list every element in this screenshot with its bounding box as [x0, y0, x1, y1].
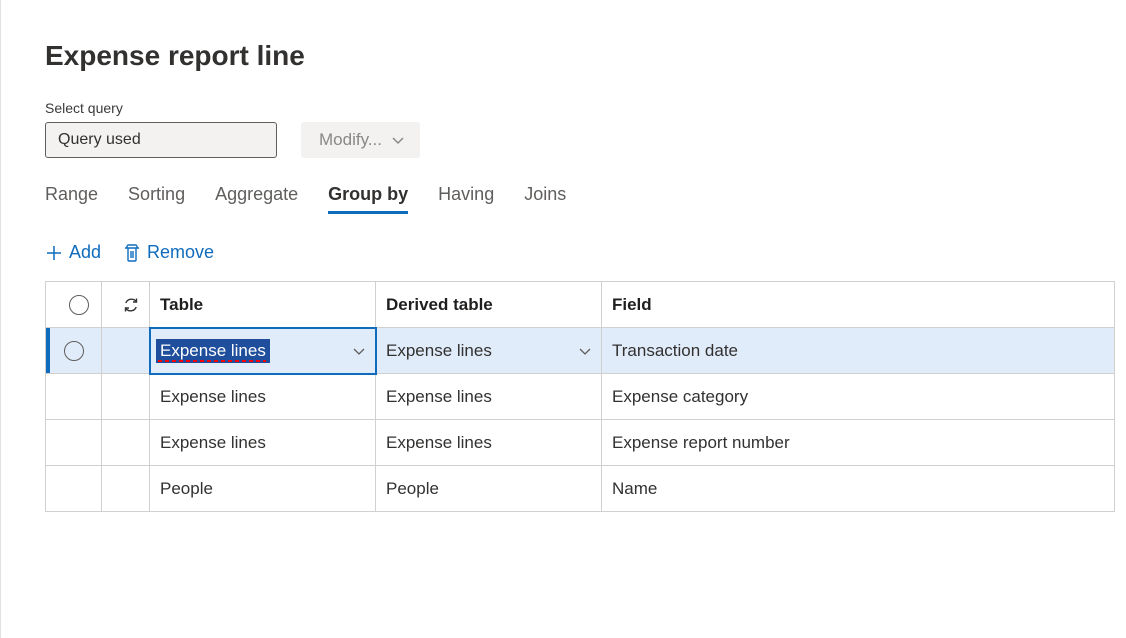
table-row[interactable]: Expense linesExpense linesExpense report…: [46, 420, 1115, 466]
header-table[interactable]: Table: [150, 282, 376, 328]
row-selector[interactable]: [46, 374, 102, 420]
header-select-all[interactable]: [46, 282, 102, 328]
remove-button[interactable]: Remove: [123, 242, 214, 263]
table-row[interactable]: PeoplePeopleName: [46, 466, 1115, 512]
select-query-dropdown[interactable]: Query used: [45, 122, 277, 158]
cell-table[interactable]: Expense lines: [150, 328, 376, 374]
modify-button[interactable]: Modify...: [301, 122, 420, 158]
cell-table[interactable]: People: [150, 466, 376, 512]
row-refresh-cell: [102, 466, 150, 512]
row-selector[interactable]: [46, 420, 102, 466]
cell-derived-table[interactable]: People: [376, 466, 602, 512]
cell-table-value: Expense lines: [150, 420, 375, 465]
tab-sorting[interactable]: Sorting: [128, 184, 185, 214]
cell-derived-value: People: [376, 466, 601, 511]
add-button[interactable]: Add: [45, 242, 101, 263]
cell-table-value: Expense lines: [156, 339, 270, 363]
radio-icon: [64, 341, 84, 361]
chevron-down-icon: [351, 343, 367, 359]
chevron-down-icon: [390, 132, 406, 148]
cell-derived-table[interactable]: Expense lines: [376, 420, 602, 466]
tab-aggregate[interactable]: Aggregate: [215, 184, 298, 214]
tab-having[interactable]: Having: [438, 184, 494, 214]
cell-field[interactable]: Transaction date: [602, 328, 1115, 374]
page-title: Expense report line: [45, 40, 1126, 72]
radio-icon: [69, 295, 89, 315]
tab-bar: Range Sorting Aggregate Group by Having Joins: [45, 184, 1126, 214]
trash-icon: [123, 243, 141, 263]
tab-joins[interactable]: Joins: [524, 184, 566, 214]
group-by-grid: Table Derived table Field Expense linesE…: [45, 281, 1115, 512]
add-button-label: Add: [69, 242, 101, 263]
cell-derived-value: Expense lines: [376, 420, 601, 465]
remove-button-label: Remove: [147, 242, 214, 263]
chevron-down-icon: [577, 343, 593, 359]
select-query-value: Query used: [58, 131, 141, 149]
refresh-icon: [121, 295, 141, 315]
cell-derived-value: Expense lines: [386, 341, 492, 361]
row-refresh-cell: [102, 374, 150, 420]
header-refresh[interactable]: [102, 282, 150, 328]
cell-field-value: Expense category: [602, 374, 1114, 419]
table-row[interactable]: Expense lines Expense lines Transaction da…: [46, 328, 1115, 374]
table-row[interactable]: Expense linesExpense linesExpense catego…: [46, 374, 1115, 420]
tab-range[interactable]: Range: [45, 184, 98, 214]
modify-button-label: Modify...: [319, 130, 382, 150]
cell-field[interactable]: Expense report number: [602, 420, 1115, 466]
cell-table-value: Expense lines: [150, 374, 375, 419]
select-query-label: Select query: [45, 100, 1126, 116]
cell-field[interactable]: Name: [602, 466, 1115, 512]
row-refresh-cell: [102, 328, 150, 374]
cell-field-value: Expense report number: [602, 420, 1114, 465]
cell-field[interactable]: Expense category: [602, 374, 1115, 420]
cell-derived-table[interactable]: Expense lines: [376, 374, 602, 420]
row-refresh-cell: [102, 420, 150, 466]
tab-group-by[interactable]: Group by: [328, 184, 408, 214]
cell-derived-table[interactable]: Expense lines: [376, 328, 602, 374]
cell-field-value: Name: [602, 466, 1114, 511]
cell-field-value: Transaction date: [602, 328, 1114, 373]
cell-table[interactable]: Expense lines: [150, 420, 376, 466]
header-derived-table[interactable]: Derived table: [376, 282, 602, 328]
plus-icon: [45, 244, 63, 262]
cell-table-value: People: [150, 466, 375, 511]
row-selector[interactable]: [46, 466, 102, 512]
cell-table[interactable]: Expense lines: [150, 374, 376, 420]
row-selector[interactable]: [46, 328, 102, 374]
header-field[interactable]: Field: [602, 282, 1115, 328]
cell-derived-value: Expense lines: [376, 374, 601, 419]
